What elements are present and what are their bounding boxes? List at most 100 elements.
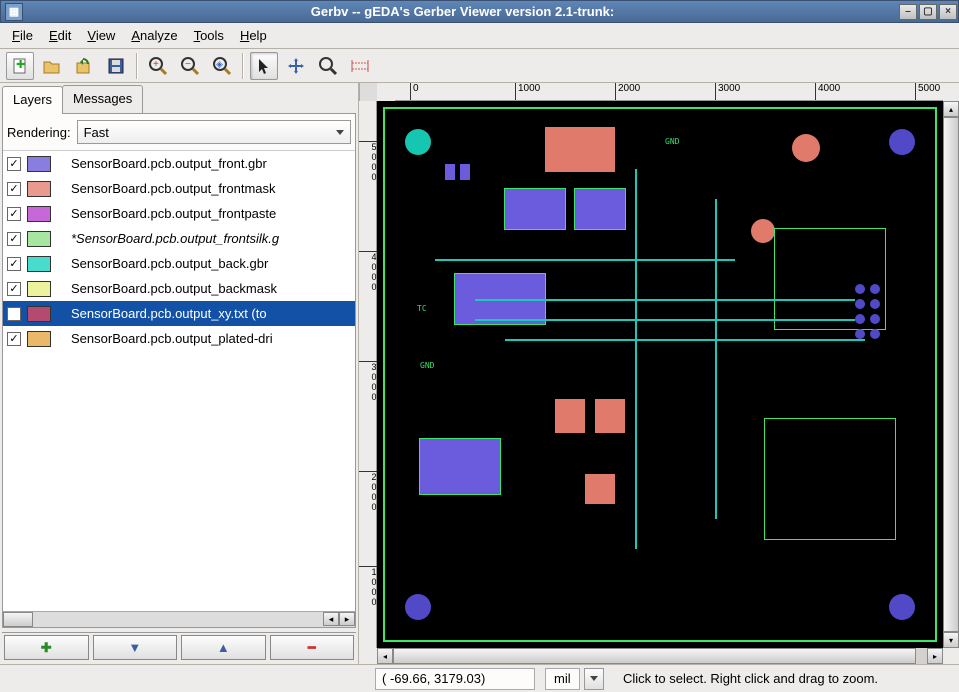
canvas-panel: 01000200030004000500060 5000400030002000… (359, 83, 959, 664)
ruler-tick: 4000 (359, 251, 377, 292)
open-button[interactable] (38, 52, 66, 80)
pointer-icon (256, 57, 272, 75)
revert-button[interactable] (70, 52, 98, 80)
chevron-down-icon (336, 130, 344, 135)
canvas-vscroll[interactable]: ▴ ▾ (943, 101, 959, 648)
layer-up-button[interactable]: ▲ (181, 635, 266, 660)
layer-add-button[interactable]: ✚ (4, 635, 89, 660)
layer-visibility-checkbox[interactable]: ✓ (7, 182, 21, 196)
menu-tools[interactable]: Tools (186, 25, 232, 46)
triangle-up-icon: ▲ (217, 640, 230, 655)
ruler-tick: 0 (410, 83, 419, 101)
floppy-icon (107, 57, 125, 75)
zoom-out-icon: − (180, 56, 200, 76)
menu-analyze[interactable]: Analyze (123, 25, 185, 46)
layer-visibility-checkbox[interactable]: ✓ (7, 232, 21, 246)
layer-visibility-checkbox[interactable]: ✓ (7, 207, 21, 221)
svg-text:−: − (185, 59, 191, 70)
side-panel: Layers Messages Rendering: Fast ✓SensorB… (0, 83, 359, 664)
ruler-tick: 5000 (915, 83, 940, 101)
zoom-fit-button[interactable]: ◈ (208, 52, 236, 80)
pointer-tool-button[interactable] (250, 52, 278, 80)
layer-row[interactable]: ✓ *SensorBoard.pcb.output_frontsilk.g (3, 226, 355, 251)
layer-color-swatch[interactable] (27, 231, 51, 247)
menu-file[interactable]: File (4, 25, 41, 46)
pcb-outline: GND GND TC (385, 109, 935, 640)
maximize-button[interactable]: ▢ (919, 4, 937, 20)
ruler-tick: 4000 (815, 83, 840, 101)
layer-row[interactable]: ✓ SensorBoard.pcb.output_frontmask (3, 176, 355, 201)
ruler-tick: 5000 (359, 141, 377, 182)
new-layer-button[interactable]: ✚ (6, 52, 34, 80)
layer-row[interactable]: ✓SensorBoard.pcb.output_back.gbr (3, 251, 355, 276)
status-hint: Click to select. Right click and drag to… (623, 671, 878, 686)
zoom-in-icon: + (148, 56, 168, 76)
scroll-down-button[interactable]: ▾ (943, 632, 959, 648)
toolbar: ✚ + − ◈ (0, 49, 959, 83)
layer-visibility-checkbox[interactable] (7, 307, 21, 321)
layer-name: SensorBoard.pcb.output_front.gbr (71, 156, 267, 171)
layer-row[interactable]: ✓SensorBoard.pcb.output_backmask (3, 276, 355, 301)
zoom-fit-icon: ◈ (212, 56, 232, 76)
layer-color-swatch[interactable] (27, 206, 51, 222)
layer-visibility-checkbox[interactable]: ✓ (7, 332, 21, 346)
layer-down-button[interactable]: ▼ (93, 635, 178, 660)
scroll-right-button[interactable]: ▸ (927, 648, 943, 664)
layer-name: SensorBoard.pcb.output_frontmask (71, 181, 276, 196)
layer-name: *SensorBoard.pcb.output_frontsilk.g (71, 231, 279, 246)
canvas-hscroll[interactable]: ◂ ▸ (377, 648, 959, 664)
layer-row[interactable]: ✓SensorBoard.pcb.output_plated-dri (3, 326, 355, 351)
ruler-tick: 1000 (515, 83, 540, 101)
pcb-canvas[interactable]: GND GND TC (377, 101, 943, 648)
menu-help[interactable]: Help (232, 25, 275, 46)
zoom-tool-button[interactable] (314, 52, 342, 80)
tab-messages[interactable]: Messages (62, 85, 143, 113)
move-icon (286, 56, 306, 76)
layer-color-swatch[interactable] (27, 331, 51, 347)
status-bar: ( -69.66, 3179.03) mil Click to select. … (0, 664, 959, 692)
close-button[interactable]: × (939, 4, 957, 20)
layer-color-swatch[interactable] (27, 181, 51, 197)
silk-text: GND (665, 137, 679, 146)
layer-visibility-checkbox[interactable]: ✓ (7, 257, 21, 271)
pan-tool-button[interactable] (282, 52, 310, 80)
measure-icon (350, 56, 370, 76)
svg-text:+: + (153, 59, 159, 70)
scroll-up-button[interactable]: ▴ (943, 101, 959, 117)
coordinate-readout: ( -69.66, 3179.03) (375, 668, 535, 690)
layer-row[interactable]: ✓SensorBoard.pcb.output_frontpaste (3, 201, 355, 226)
menu-view[interactable]: View (79, 25, 123, 46)
document-plus-icon: ✚ (11, 57, 29, 75)
ruler-tick: 2000 (359, 471, 377, 512)
layer-color-swatch[interactable] (27, 256, 51, 272)
layer-row[interactable]: SensorBoard.pcb.output_xy.txt (to (3, 301, 355, 326)
layer-color-swatch[interactable] (27, 281, 51, 297)
ruler-tick: 3000 (715, 83, 740, 101)
layer-visibility-checkbox[interactable]: ✓ (7, 282, 21, 296)
svg-text:◈: ◈ (216, 59, 223, 69)
layer-name: SensorBoard.pcb.output_xy.txt (to (71, 306, 267, 321)
window-title: Gerbv -- gEDA's Gerber Viewer version 2.… (27, 4, 898, 19)
rendering-value: Fast (84, 125, 109, 140)
layer-color-swatch[interactable] (27, 306, 51, 322)
minimize-button[interactable]: – (899, 4, 917, 20)
layer-list-hscroll[interactable]: ◂ ▸ (3, 611, 355, 627)
layer-remove-button[interactable]: ━ (270, 635, 355, 660)
unit-combo-button[interactable] (584, 668, 604, 690)
scroll-left-button[interactable]: ◂ (377, 648, 393, 664)
layer-color-swatch[interactable] (27, 156, 51, 172)
zoom-in-button[interactable]: + (144, 52, 172, 80)
ruler-tick: 2000 (615, 83, 640, 101)
scroll-right-button[interactable]: ▸ (339, 612, 355, 626)
layer-row[interactable]: ✓ SensorBoard.pcb.output_front.gbr (3, 151, 355, 176)
rendering-combo[interactable]: Fast (77, 120, 351, 144)
ruler-tick: 1000 (359, 566, 377, 607)
layer-visibility-checkbox[interactable]: ✓ (7, 157, 21, 171)
measure-tool-button[interactable] (346, 52, 374, 80)
layer-list[interactable]: ✓SensorBoard.pcb.output_front.gbr✓Sensor… (3, 150, 355, 611)
save-button[interactable] (102, 52, 130, 80)
zoom-out-button[interactable]: − (176, 52, 204, 80)
tab-layers[interactable]: Layers (2, 86, 63, 114)
menu-edit[interactable]: Edit (41, 25, 79, 46)
scroll-left-button[interactable]: ◂ (323, 612, 339, 626)
